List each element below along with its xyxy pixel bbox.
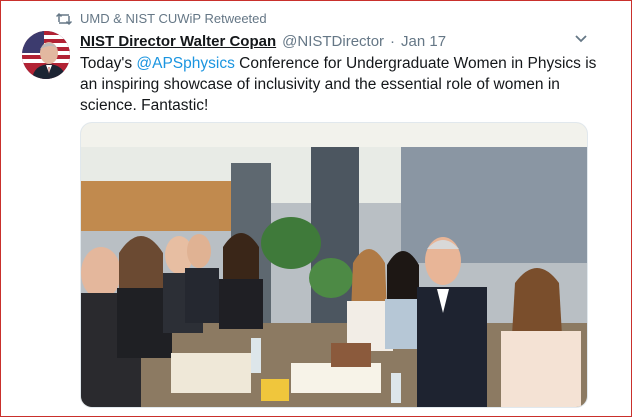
mention-link[interactable]: @APSphysics <box>136 55 234 72</box>
separator-dot: · <box>390 33 396 50</box>
retweet-icon <box>56 12 72 25</box>
tweet-body: Today's @APSphysics Conference for Under… <box>80 53 600 116</box>
tweet-text-start: Today's <box>80 55 137 72</box>
tweet-photo[interactable] <box>80 122 588 408</box>
chevron-down-icon[interactable] <box>574 34 588 44</box>
retweet-context[interactable]: UMD & NIST CUWiP Retweeted <box>56 11 267 26</box>
retweet-label: UMD & NIST CUWiP Retweeted <box>80 11 267 26</box>
display-name-link[interactable]: NIST Director Walter Copan <box>80 33 276 50</box>
user-handle[interactable]: @NISTDirector <box>282 33 384 50</box>
avatar-image <box>22 31 70 79</box>
tweet-header: NIST Director Walter Copan @NISTDirector… <box>80 33 446 50</box>
avatar[interactable] <box>22 31 70 79</box>
tweet-date[interactable]: Jan 17 <box>401 33 446 50</box>
conference-photo <box>81 123 587 407</box>
